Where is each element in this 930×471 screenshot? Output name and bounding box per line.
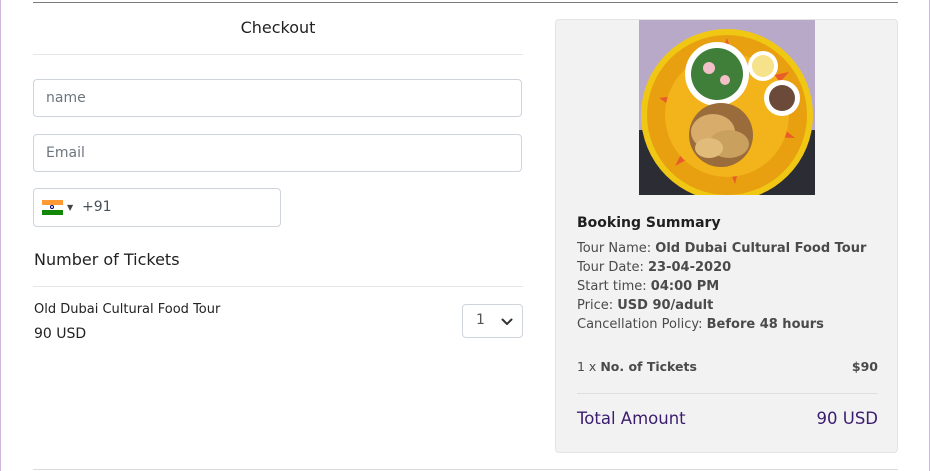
quantity-select[interactable]: 1 — [462, 304, 523, 338]
top-divider — [33, 2, 898, 3]
phone-input[interactable]: ▼ +91 — [33, 188, 281, 227]
summary-row-tour-date: Tour Date: 23-04-2020 — [577, 260, 732, 275]
tickets-divider — [33, 286, 523, 287]
bottom-divider — [33, 469, 898, 470]
dial-code: +91 — [82, 199, 112, 215]
checkout-title: Checkout — [240, 18, 316, 37]
chevron-down-icon — [501, 318, 513, 325]
quantity-value: 1 — [476, 312, 485, 328]
tickets-heading: Number of Tickets — [34, 250, 180, 269]
total-amount-label: Total Amount — [577, 409, 686, 428]
total-amount-value: 90 USD — [816, 409, 879, 428]
india-flag-icon[interactable] — [42, 200, 63, 215]
summary-tickets-row: 1 x No. of Tickets — [577, 359, 697, 374]
summary-divider — [577, 393, 878, 394]
name-input[interactable] — [34, 80, 521, 116]
booking-summary-title: Booking Summary — [577, 215, 721, 231]
email-field-wrapper — [33, 134, 522, 172]
summary-tickets-amount: $90 — [851, 359, 878, 374]
ticket-price: 90 USD — [34, 326, 87, 342]
summary-row-price: Price: USD 90/adult — [577, 298, 714, 313]
food-platter-photo — [639, 20, 815, 195]
email-input[interactable] — [34, 135, 521, 171]
title-divider — [33, 54, 523, 55]
name-field-wrapper — [33, 79, 522, 117]
booking-summary-card: Booking Summary Tour Name: Old Dubai Cul… — [555, 19, 898, 453]
summary-row-tour-name: Tour Name: Old Dubai Cultural Food Tour — [577, 241, 867, 256]
country-dropdown-caret-icon[interactable]: ▼ — [67, 203, 73, 212]
ticket-name: Old Dubai Cultural Food Tour — [34, 302, 221, 317]
summary-row-start-time: Start time: 04:00 PM — [577, 279, 720, 294]
summary-row-cancellation-policy: Cancellation Policy: Before 48 hours — [577, 317, 824, 332]
